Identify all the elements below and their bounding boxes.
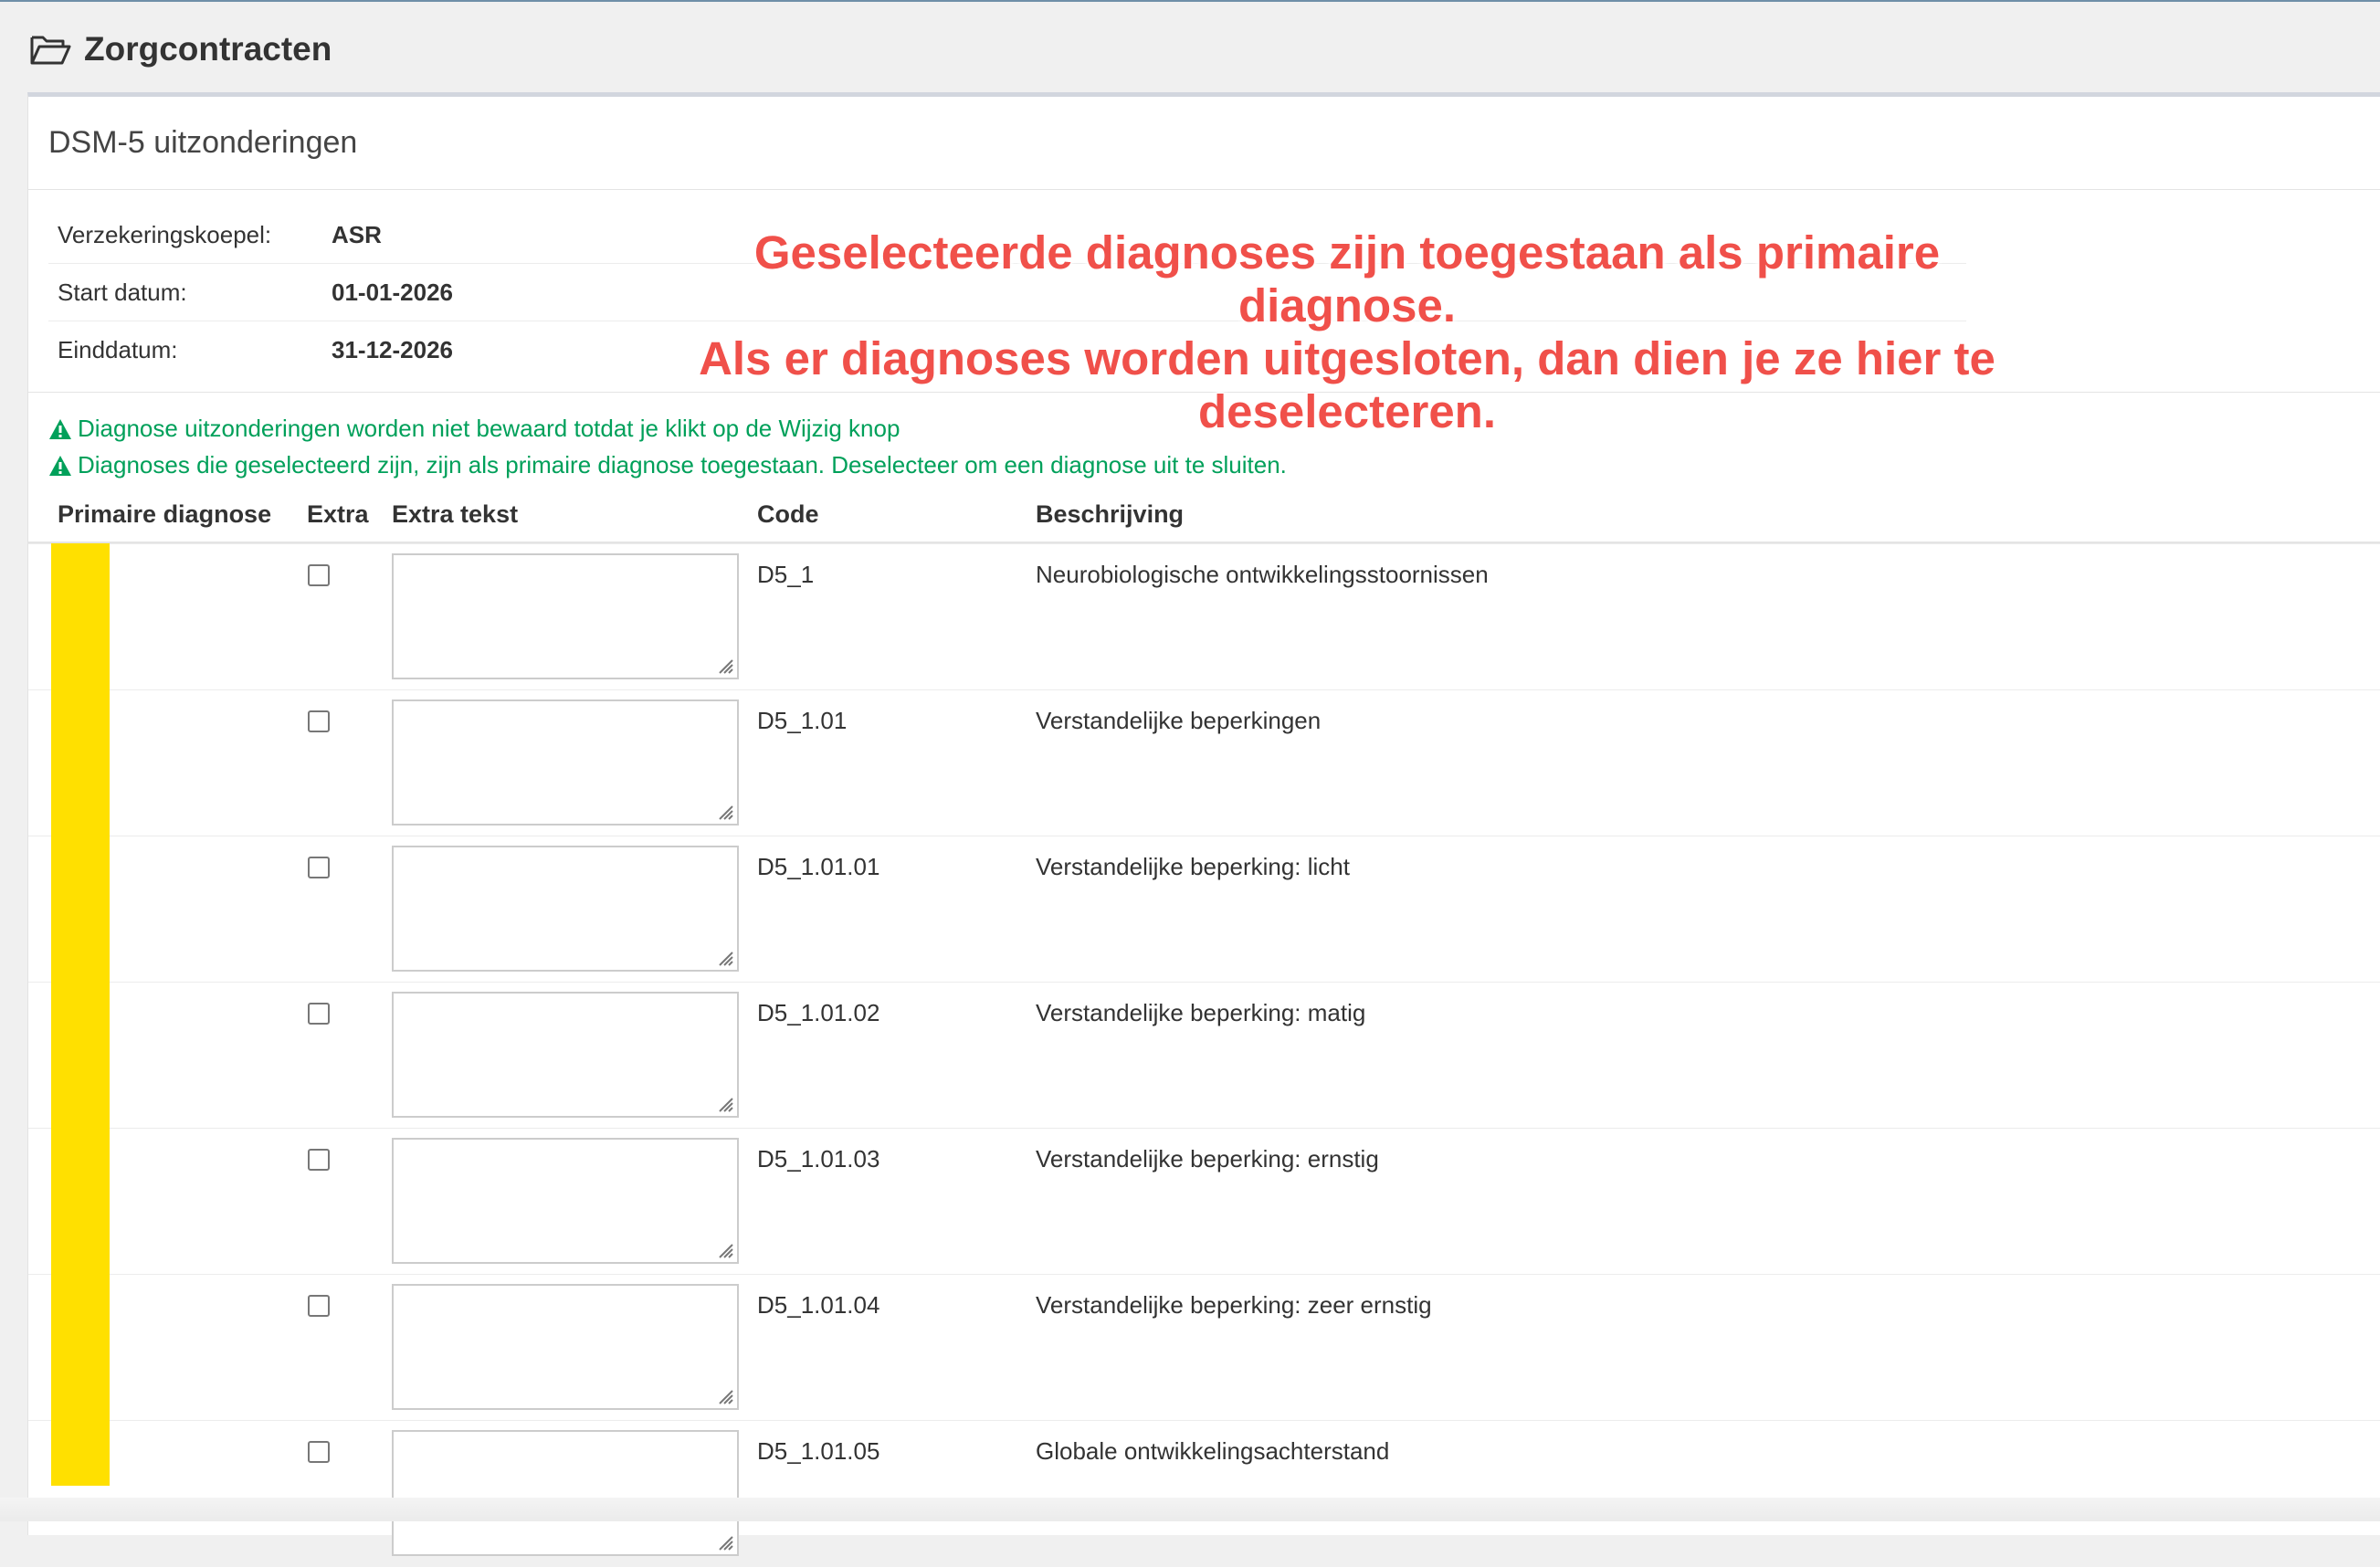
column-header-primary: Primaire diagnose	[58, 500, 272, 528]
warning-icon	[48, 455, 72, 477]
extra-text-input[interactable]	[392, 992, 739, 1118]
column-header-description: Beschrijving	[1036, 500, 1185, 528]
info-label: Start datum:	[58, 278, 187, 306]
extra-text-input[interactable]	[392, 1430, 739, 1556]
table-row: D5_1.01.03 Verstandelijke beperking: erns…	[28, 1128, 2380, 1275]
column-header-extra-text: Extra tekst	[392, 500, 519, 528]
warning-message-select: Diagnoses die geselecteerd zijn, zijn al…	[48, 451, 1287, 479]
column-header-code: Code	[757, 500, 819, 528]
diagnosis-description: Verstandelijke beperking: ernstig	[1036, 1145, 1379, 1173]
diagnosis-code: D5_1.01.01	[757, 853, 880, 880]
table-row: D5_1.01.05 Globale ontwikkelingsachtersta…	[28, 1420, 2380, 1567]
resize-handle-icon[interactable]	[714, 655, 734, 675]
bottom-bar	[0, 1498, 2380, 1521]
page-header: Zorgcontracten	[29, 26, 332, 73]
extra-text-input[interactable]	[392, 1284, 739, 1410]
top-accent-line	[0, 0, 2380, 2]
extra-checkbox[interactable]	[308, 857, 330, 878]
table-header: Primaire diagnose Extra Extra tekst Code…	[28, 489, 2380, 543]
diagnosis-code: D5_1	[757, 561, 815, 588]
column-header-extra: Extra	[307, 500, 369, 528]
diagnosis-description: Verstandelijke beperking: zeer ernstig	[1036, 1291, 1432, 1319]
extra-checkbox[interactable]	[308, 710, 330, 732]
extra-checkbox[interactable]	[308, 1295, 330, 1317]
folder-open-icon	[29, 32, 71, 67]
diagnosis-code: D5_1.01.02	[757, 999, 880, 1026]
warning-icon	[48, 418, 72, 440]
extra-checkbox[interactable]	[308, 1149, 330, 1171]
diagnosis-description: Verstandelijke beperkingen	[1036, 707, 1322, 734]
table-row: D5_1.01.01 Verstandelijke beperking: lich…	[28, 836, 2380, 983]
resize-handle-icon[interactable]	[714, 1239, 734, 1259]
primary-column-highlight	[51, 543, 110, 1486]
diagnosis-code: D5_1.01	[757, 707, 848, 734]
resize-handle-icon[interactable]	[714, 1531, 734, 1551]
annotation-line: Als er diagnoses worden uitgesloten, dan…	[699, 332, 1996, 384]
table-row: D5_1.01 Verstandelijke beperkingen	[28, 689, 2380, 836]
box-header: DSM-5 uitzonderingen	[28, 97, 2380, 190]
info-value: ASR	[332, 220, 382, 248]
resize-handle-icon[interactable]	[714, 801, 734, 821]
extra-text-input[interactable]	[392, 846, 739, 972]
diagnosis-code: D5_1.01.04	[757, 1291, 880, 1319]
table-row: D5_1.01.04 Verstandelijke beperking: zeer…	[28, 1274, 2380, 1421]
diagnosis-description: Verstandelijke beperking: licht	[1036, 853, 1350, 880]
extra-text-input[interactable]	[392, 1138, 739, 1264]
extra-text-input[interactable]	[392, 553, 739, 679]
annotation-line: Geselecteerde diagnoses zijn toegestaan …	[753, 226, 1941, 331]
warning-text: Diagnoses die geselecteerd zijn, zijn al…	[78, 451, 1287, 479]
extra-checkbox[interactable]	[308, 1003, 330, 1025]
info-label: Einddatum:	[58, 335, 178, 363]
diagnosis-description: Neurobiologische ontwikkelingsstoornisse…	[1036, 561, 1489, 588]
table-row: D5_1.01.02 Verstandelijke beperking: mati…	[28, 982, 2380, 1129]
diagnosis-description: Globale ontwikkelingsachterstand	[1036, 1437, 1390, 1465]
diagnosis-code: D5_1.01.03	[757, 1145, 880, 1173]
info-label: Verzekeringskoepel:	[58, 220, 272, 248]
diagnosis-description: Verstandelijke beperking: matig	[1036, 999, 1366, 1026]
info-value: 01-01-2026	[332, 278, 453, 306]
annotation-callout: Geselecteerde diagnoses zijn toegestaan …	[639, 226, 2055, 438]
annotation-line: deselecteren.	[1197, 385, 1497, 437]
extra-checkbox[interactable]	[308, 1441, 330, 1463]
table-row: D5_1 Neurobiologische ontwikkelingsstoorn…	[28, 543, 2380, 690]
resize-handle-icon[interactable]	[714, 1093, 734, 1113]
info-value: 31-12-2026	[332, 335, 453, 363]
extra-checkbox[interactable]	[308, 564, 330, 586]
resize-handle-icon[interactable]	[714, 1385, 734, 1405]
extra-text-input[interactable]	[392, 699, 739, 826]
resize-handle-icon[interactable]	[714, 947, 734, 967]
diagnosis-code: D5_1.01.05	[757, 1437, 880, 1465]
page-title: Zorgcontracten	[84, 30, 332, 68]
box-title: DSM-5 uitzonderingen	[48, 125, 358, 160]
